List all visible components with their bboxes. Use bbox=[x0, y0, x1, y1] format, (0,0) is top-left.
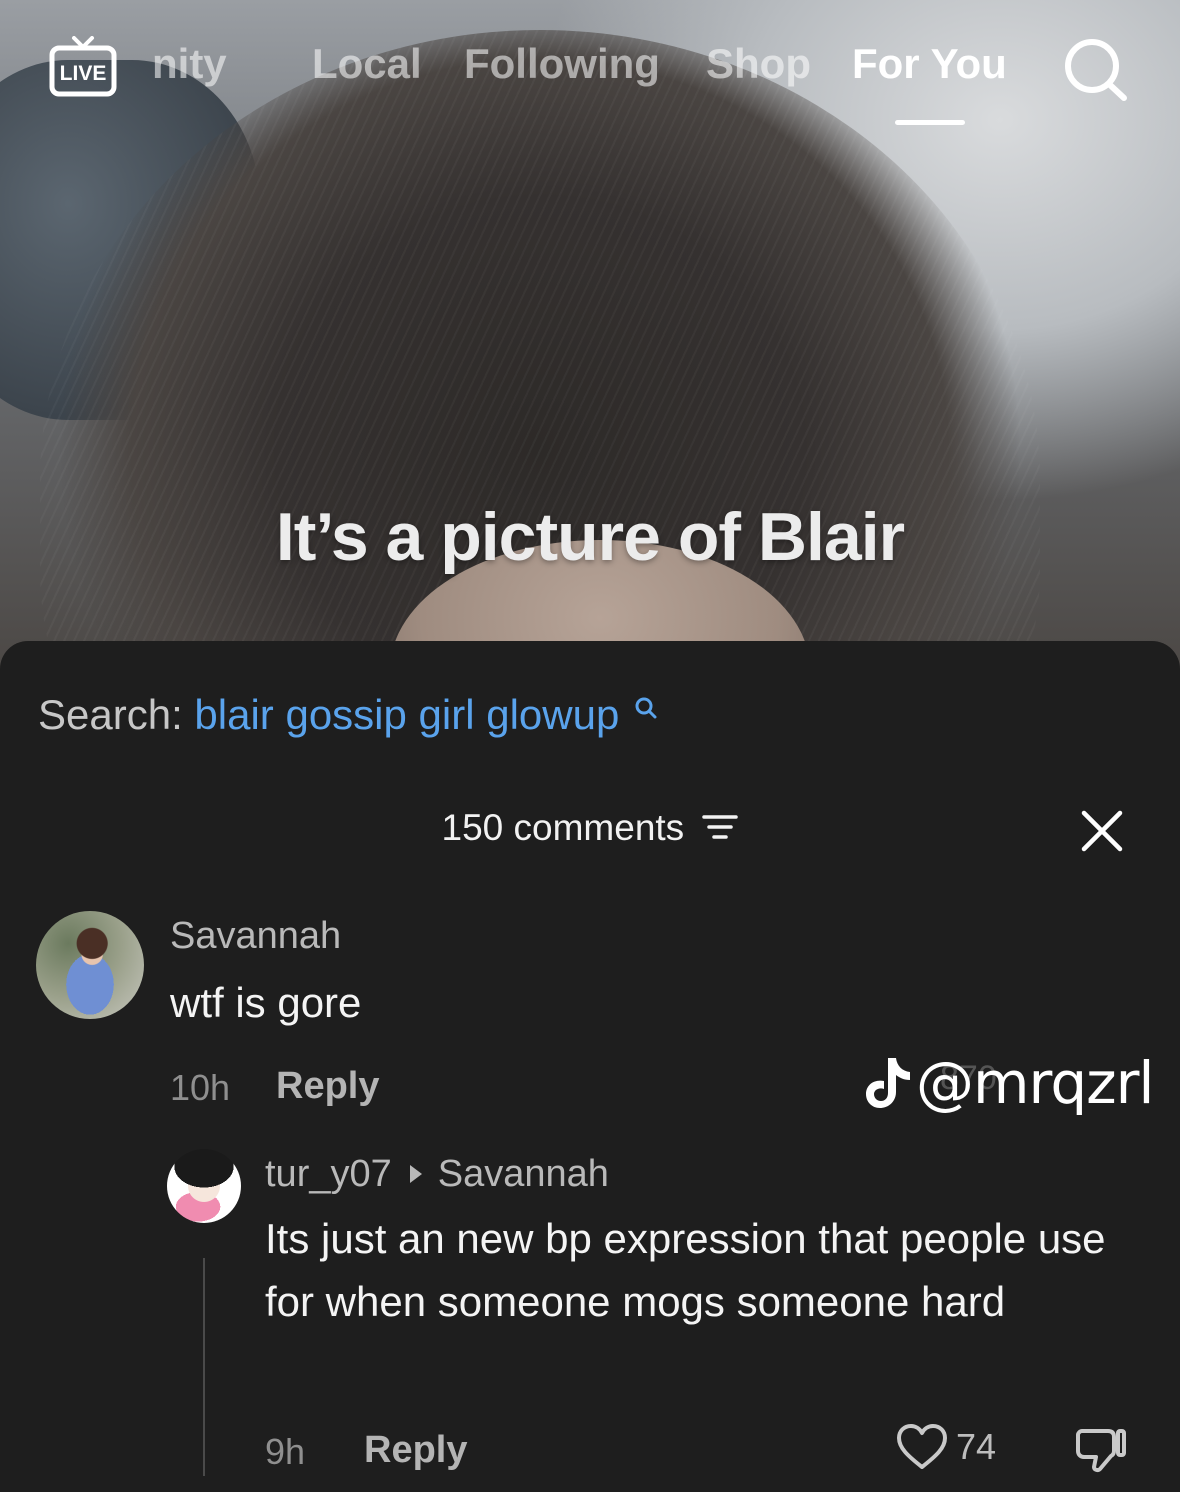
tiktok-logo-icon bbox=[866, 1057, 910, 1108]
avatar[interactable] bbox=[36, 911, 144, 1019]
replied-to-username[interactable]: Savannah bbox=[438, 1153, 609, 1195]
sort-filter-icon[interactable] bbox=[702, 812, 739, 842]
dislike-icon[interactable] bbox=[1074, 1425, 1128, 1475]
comment-text: Its just an new bp expression that peopl… bbox=[265, 1215, 1106, 1325]
watermark-handle: @mrqzrl bbox=[916, 1049, 1155, 1117]
reply-button[interactable]: Reply bbox=[364, 1429, 467, 1472]
search-small-icon bbox=[635, 697, 657, 719]
tab-community[interactable]: nity bbox=[152, 40, 227, 88]
comments-header: 150 comments bbox=[0, 807, 1180, 849]
search-icon[interactable] bbox=[1060, 36, 1130, 102]
comment-username[interactable]: tur_y07 Savannah bbox=[265, 1153, 609, 1196]
close-icon[interactable] bbox=[1080, 809, 1124, 853]
active-tab-indicator bbox=[895, 120, 965, 125]
tab-local[interactable]: Local bbox=[312, 40, 422, 88]
reply-button[interactable]: Reply bbox=[276, 1065, 379, 1108]
like-button[interactable]: 74 bbox=[896, 1423, 996, 1475]
related-search[interactable]: Search: blair gossip girl glowup bbox=[38, 691, 659, 739]
reply-username[interactable]: tur_y07 bbox=[265, 1153, 392, 1195]
search-query-link[interactable]: blair gossip girl glowup bbox=[194, 691, 619, 738]
live-tv-icon[interactable]: LIVE bbox=[48, 36, 118, 98]
comments-count: 150 comments bbox=[441, 807, 685, 848]
like-count: 74 bbox=[956, 1426, 997, 1467]
comment-text: wtf is gore bbox=[170, 979, 362, 1026]
search-label: Search: bbox=[38, 691, 183, 738]
tab-for-you[interactable]: For You bbox=[852, 40, 1007, 88]
live-label: LIVE bbox=[60, 62, 107, 85]
comments-sheet: Search: blair gossip girl glowup 150 com… bbox=[0, 641, 1180, 1492]
video-frame[interactable]: LIVE nity Local Following Shop For You I… bbox=[0, 0, 1180, 680]
reply-arrow-icon bbox=[409, 1164, 422, 1183]
thread-line bbox=[203, 1258, 205, 1476]
tab-following[interactable]: Following bbox=[464, 40, 660, 88]
comment-timestamp: 9h bbox=[265, 1431, 306, 1472]
comment-timestamp: 10h bbox=[170, 1067, 231, 1108]
tiktok-watermark: @mrqzrl bbox=[864, 1049, 1155, 1117]
tab-shop[interactable]: Shop bbox=[706, 40, 811, 88]
heart-icon[interactable] bbox=[896, 1423, 948, 1471]
avatar[interactable] bbox=[167, 1149, 241, 1223]
comment-username[interactable]: Savannah bbox=[170, 915, 341, 958]
video-caption: It’s a picture of Blair bbox=[275, 499, 905, 575]
top-navigation: LIVE nity Local Following Shop For You bbox=[0, 26, 1180, 136]
